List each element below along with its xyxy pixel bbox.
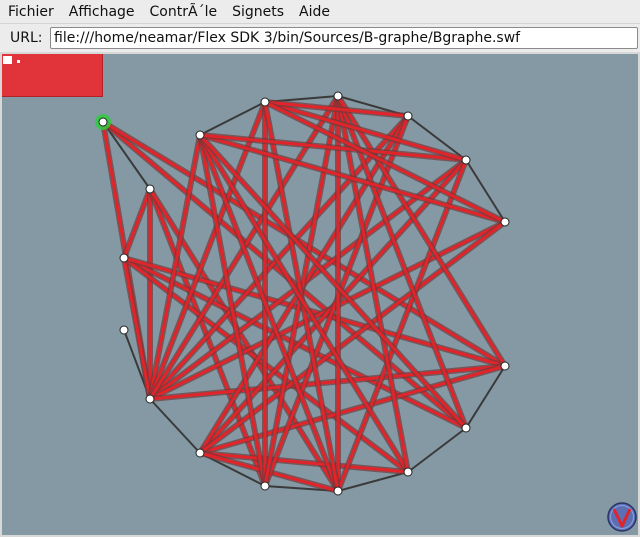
- hull-edge: [337, 471, 409, 492]
- graph-node[interactable]: [195, 130, 205, 140]
- menu-fichier[interactable]: Fichier: [0, 0, 61, 24]
- graph-edge: [121, 187, 153, 260]
- graph-node[interactable]: [500, 361, 510, 371]
- graph-node[interactable]: [260, 97, 270, 107]
- v-logo-icon[interactable]: [607, 502, 637, 532]
- hull-edge: [407, 427, 467, 473]
- graph-node[interactable]: [403, 111, 413, 121]
- graph-node[interactable]: [461, 423, 471, 433]
- menu-affichage[interactable]: Affichage: [61, 0, 142, 24]
- flash-stage[interactable]: [2, 54, 638, 535]
- graph-node[interactable]: [145, 184, 155, 194]
- hull-edge: [149, 398, 201, 454]
- graph-node[interactable]: [260, 481, 270, 491]
- graph-node[interactable]: [119, 253, 129, 263]
- graph-node[interactable]: [403, 467, 413, 477]
- graph-node[interactable]: [461, 155, 471, 165]
- graph-edges: [100, 94, 508, 494]
- graph-node[interactable]: [145, 394, 155, 404]
- graph-node[interactable]: [119, 325, 129, 335]
- menu-controle[interactable]: ContrÃ´le: [142, 0, 225, 24]
- graph-edge-line: [122, 188, 152, 259]
- graph-canvas[interactable]: [2, 54, 638, 535]
- graph-node[interactable]: [333, 486, 343, 496]
- menu-bar: Fichier Affichage ContrÃ´le Signets Aide: [0, 0, 640, 24]
- graph-node[interactable]: [333, 91, 343, 101]
- graph-node-selected[interactable]: [98, 117, 108, 127]
- url-label: URL:: [10, 30, 43, 46]
- url-input[interactable]: [50, 27, 638, 49]
- graph-node[interactable]: [500, 217, 510, 227]
- menu-aide[interactable]: Aide: [291, 0, 337, 24]
- url-bar: URL:: [0, 24, 640, 52]
- graph-node[interactable]: [195, 448, 205, 458]
- menu-signets[interactable]: Signets: [224, 0, 291, 24]
